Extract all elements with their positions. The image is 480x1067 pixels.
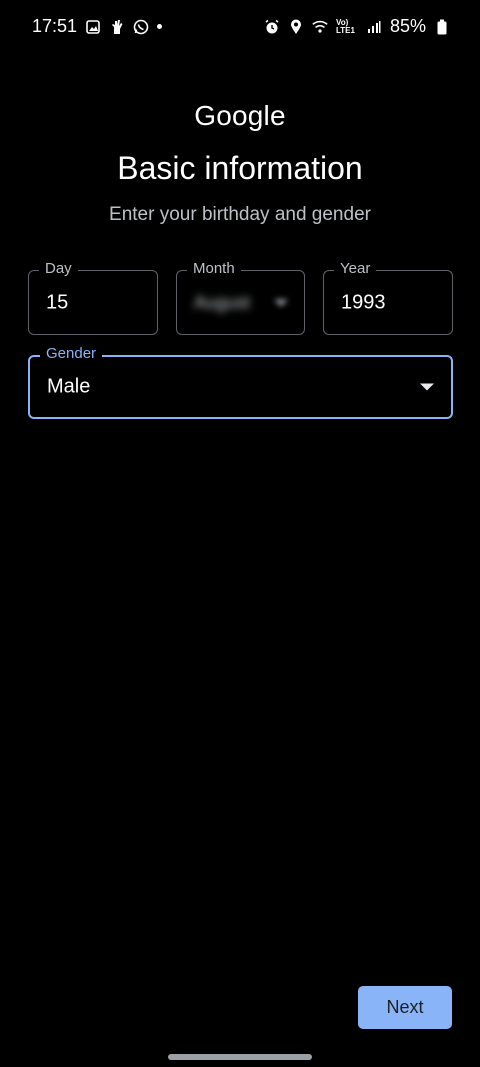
day-label: Day [39,260,78,277]
google-logo: Google [194,100,286,131]
alarm-icon [264,19,280,35]
status-bar: 17:51 Vo) LTE1 85% [0,0,480,56]
gender-value: Male [47,375,91,398]
status-time: 17:51 [32,16,78,36]
location-icon [288,19,304,35]
next-button[interactable]: Next [358,986,452,1029]
month-value: August [194,292,251,312]
day-value: 15 [46,291,69,313]
dot-icon [157,24,163,29]
year-value: 1993 [341,291,386,313]
month-label: Month [187,260,241,277]
year-label: Year [334,260,377,277]
chevron-down-icon [420,383,434,391]
page-title: Basic information [117,150,363,186]
chevron-down-icon [274,299,288,306]
gender-label: Gender [40,345,103,362]
status-left: 17:51 [32,16,163,37]
year-field[interactable]: Year 1993 [323,260,453,335]
battery-icon [434,19,450,35]
battery-percent: 85% [389,16,426,36]
page-subtitle: Enter your birthday and gender [109,204,371,225]
day-field[interactable]: Day 15 [28,260,158,335]
image-icon [85,19,101,35]
network-label: Vo) LTE1 [335,17,355,35]
wifi-icon [312,19,328,35]
gender-dropdown[interactable]: Gender Male [28,345,453,419]
status-right: Vo) LTE1 85% [264,16,450,37]
hand-gesture-icon [109,19,125,35]
signal-icon [366,19,382,35]
whatsapp-icon [133,19,149,35]
navigation-handle[interactable] [168,1054,312,1060]
month-dropdown[interactable]: Month August [176,260,305,335]
volte-lte-icon: Vo) LTE1 [335,17,358,35]
